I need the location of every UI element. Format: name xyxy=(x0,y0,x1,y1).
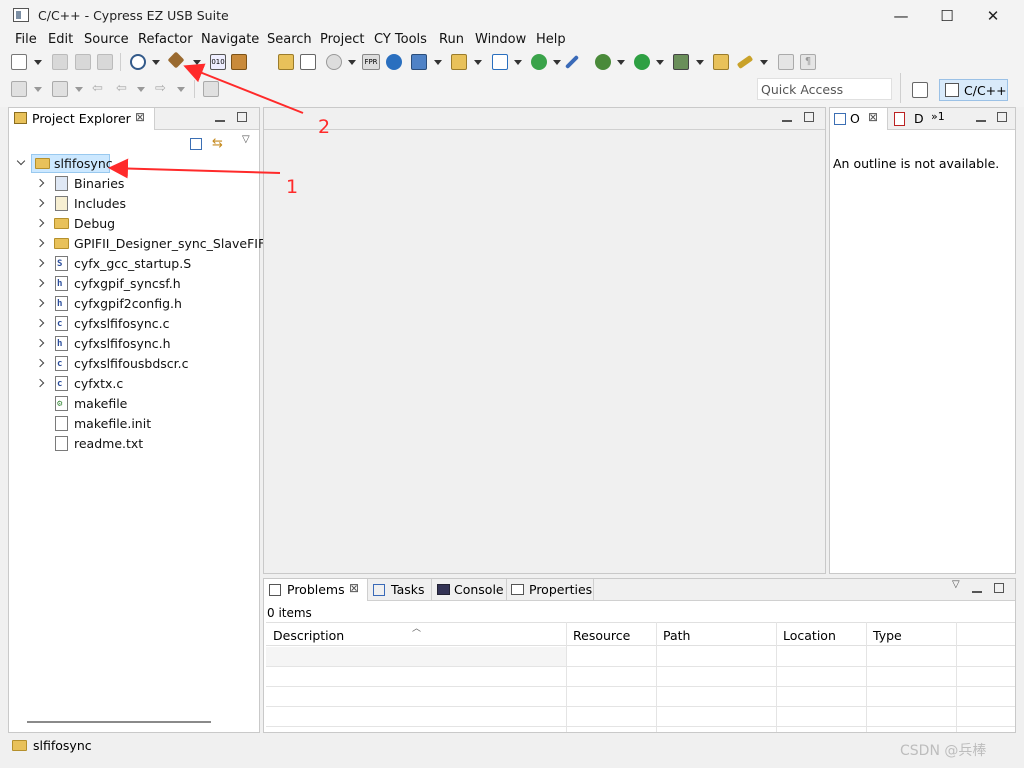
annotation-label-1: 1 xyxy=(286,176,299,198)
annotation-label-2: 2 xyxy=(318,116,331,138)
annotation-arrow-1 xyxy=(108,158,281,179)
annotation-arrow-2 xyxy=(183,63,304,114)
annotation-overlay xyxy=(108,63,304,179)
watermark: CSDN @兵棒 xyxy=(900,743,987,759)
